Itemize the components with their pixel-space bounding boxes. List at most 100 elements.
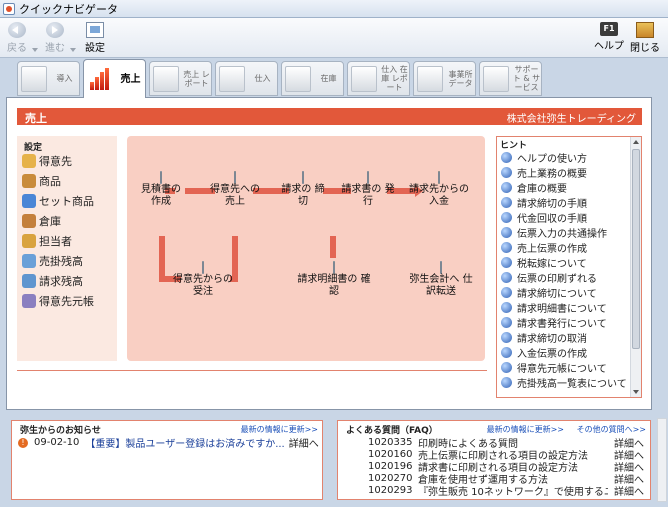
hint-item[interactable]: 税転嫁について [501,255,587,270]
settings-item-staff[interactable]: 担当者 [22,232,72,250]
help-bubble-icon [501,197,512,208]
help-bubble-icon [501,347,512,358]
window-title: クイックナビゲータ [19,2,118,16]
faq-item[interactable]: 1020293 『弥生販売 10ネットワーク』で使用するユ... 詳細へ [368,484,644,498]
hint-item[interactable]: 倉庫の概要 [501,180,567,195]
tab-sales[interactable]: 売上 [83,59,146,98]
hint-item[interactable]: 請求締切の取消 [501,330,587,345]
product-icon [22,174,36,188]
tab-inventory[interactable]: 在庫 [281,61,344,96]
help-bubble-icon [501,242,512,253]
purchase-report-icon [351,65,377,92]
help-bubble-icon [501,167,512,178]
hint-panel: ヒント ヘルプの使い方 売上業務の概要 倉庫の概要 請求締切の手順 代金回収の手… [496,136,642,398]
close-button[interactable]: 閉じる [628,20,662,56]
help-bubble-icon [501,287,512,298]
help-bubble-icon [501,362,512,373]
scroll-down-icon[interactable] [633,390,639,394]
payment-tray-icon [438,171,440,184]
customer-icon [22,154,36,168]
tab-purchase[interactable]: 仕入 [215,61,278,96]
settings-item-customer[interactable]: 得意先 [22,152,72,170]
back-button[interactable]: 戻る [2,20,32,56]
settings-button[interactable]: 設定 [82,20,108,56]
divider [17,370,487,371]
flow-order[interactable]: 得意先からの 受注 [167,261,239,298]
billing-closing-icon [302,171,304,184]
flow-journal-transfer[interactable]: 弥生会計へ 仕訳転送 [409,261,473,298]
tab-support-services[interactable]: サポート & サービス [479,61,542,96]
hint-item[interactable]: 請求締切の手順 [501,195,587,210]
hint-item[interactable]: 代金回収の手順 [501,210,587,225]
help-button[interactable]: F1 ヘルプ [592,20,626,56]
statement-icon [333,261,335,274]
help-bubble-icon [501,212,512,223]
hint-item[interactable]: 請求締切について [501,285,597,300]
flow-sales[interactable]: 得意先への 売上 [205,171,265,208]
faq-panel: よくある質問（FAQ） 最新の情報に更新>> その他の質問へ>> 1020335… [337,420,651,500]
company-name: 株式会社弥生トレーディング [506,114,636,125]
news-date: 09-02-10 [34,437,80,448]
sales-box-icon [234,171,236,184]
settings-item-customer-ledger[interactable]: 得意先元帳 [22,292,94,310]
hint-item[interactable]: ヘルプの使い方 [501,150,587,165]
flow-estimate[interactable]: 見積書の 作成 [135,171,187,208]
hint-item[interactable]: 入金伝票の作成 [501,345,587,360]
section-header: 売上 株式会社弥生トレーディング [17,108,642,125]
support-icon [483,65,509,92]
flow-arrow [330,236,336,258]
help-bubble-icon [501,257,512,268]
flow-invoice-issue[interactable]: 請求書の 発行 [341,171,395,208]
hint-scrollbar[interactable] [630,137,641,397]
settings-item-set-product[interactable]: セット商品 [22,192,94,210]
tab-introduction[interactable]: 導入 [17,61,80,96]
hint-item[interactable]: 売掛残高一覧表について [501,375,627,390]
staff-icon [22,234,36,248]
news-detail-link[interactable]: 詳細へ [289,435,319,450]
hint-item[interactable]: 売上業務の概要 [501,165,587,180]
settings-item-receivable-balance[interactable]: 売掛残高 [22,252,83,270]
hint-item[interactable]: 得意先元帳について [501,360,607,375]
scroll-up-icon[interactable] [633,140,639,144]
forward-dropdown-icon[interactable] [70,48,76,52]
billing-balance-icon [22,274,36,288]
news-item[interactable]: ! 09-02-10 【重要】製品ユーザー登録はお済みですか... 詳細へ [18,435,319,450]
hint-item[interactable]: 伝票の印刷ずれる [501,270,597,285]
settings-panel: 設定 得意先 商品 セット商品 倉庫 担当者 売掛残高 請求残高 得意先元帳 [17,136,117,361]
window-scrollbar[interactable] [657,418,667,502]
tab-bar: 導入 売上 売上 レポート 仕入 在庫 仕入 在庫 レポート 事業所 データ サ… [0,58,668,98]
tab-sales-report[interactable]: 売上 レポート [149,61,212,96]
toolbar: 戻る 進む 設定 F1 ヘルプ 閉じる [0,18,668,58]
hint-item[interactable]: 売上伝票の作成 [501,240,587,255]
help-bubble-icon [501,152,512,163]
settings-item-product[interactable]: 商品 [22,172,61,190]
faq-refresh-link[interactable]: 最新の情報に更新>> [487,424,564,435]
hint-item[interactable]: 伝票入力の共通操作 [501,225,607,240]
help-bubble-icon [501,377,512,388]
help-bubble-icon [501,272,512,283]
settings-item-warehouse[interactable]: 倉庫 [22,212,61,230]
box-icon [285,65,311,92]
settings-icon [86,22,104,38]
tab-purchase-inventory-report[interactable]: 仕入 在庫 レポート [347,61,410,96]
building-icon [417,65,443,92]
customer-ledger-icon [22,294,36,308]
back-dropdown-icon[interactable] [32,48,38,52]
hint-item[interactable]: 請求書発行について [501,315,607,330]
news-refresh-link[interactable]: 最新の情報に更新>> [241,424,318,435]
order-fax-icon [202,261,204,274]
flow-closing[interactable]: 請求の 締切 [281,171,325,208]
settings-item-billing-balance[interactable]: 請求残高 [22,272,83,290]
tab-office-data[interactable]: 事業所 データ [413,61,476,96]
flow-payment[interactable]: 請求先からの 入金 [403,171,475,208]
journal-transfer-icon [440,261,442,274]
flow-statement[interactable]: 請求明細書の 確認 [297,261,371,298]
hint-item[interactable]: 請求明細書について [501,300,607,315]
news-text[interactable]: 【重要】製品ユーザー登録はお済みですか... [85,435,284,450]
faq-other-link[interactable]: その他の質問へ>> [577,424,646,435]
help-bubble-icon [501,227,512,238]
help-bubble-icon [501,317,512,328]
help-bubble-icon [501,302,512,313]
forward-button[interactable]: 進む [40,20,70,56]
scroll-thumb[interactable] [632,149,640,349]
